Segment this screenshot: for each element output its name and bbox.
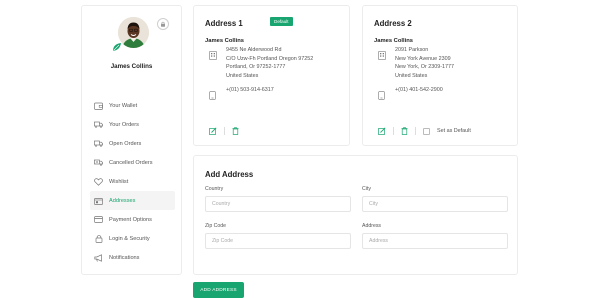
profile-sidebar: James Collins Your Wallet Your Orders Op…	[81, 5, 182, 275]
city-label: City	[362, 186, 371, 192]
address-title: Address 2	[374, 19, 412, 28]
address-phone: +(01) 503-914-6317	[226, 87, 274, 93]
lock-icon	[94, 234, 103, 243]
phone-icon	[378, 87, 385, 105]
address-line: New York Avenue 2309	[395, 55, 451, 62]
default-badge: Default	[270, 17, 293, 26]
address-line: United States	[395, 72, 428, 79]
menu-item-login-security[interactable]: Login & Security	[90, 229, 175, 248]
address-card-1: Address 1 Default James Collins 9455 Ne …	[193, 5, 350, 146]
address-lines: 2091 Parkson New York Avenue 2309 New Yo…	[395, 46, 454, 80]
menu-item-wishlist[interactable]: Wishlist	[90, 172, 175, 191]
address-input[interactable]: Address	[362, 233, 508, 249]
menu-label: Your Orders	[109, 121, 139, 128]
address-label: Address	[362, 223, 382, 229]
edit-icon[interactable]	[378, 122, 386, 140]
address-name: James Collins	[205, 38, 244, 44]
profile-name: James Collins	[110, 63, 153, 70]
menu-label: Payment Options	[109, 216, 152, 223]
building-icon	[209, 47, 217, 65]
address-card-2: Address 2 James Collins 2091 Parkson New…	[362, 5, 518, 146]
divider	[224, 127, 225, 135]
leaf-icon	[112, 39, 122, 51]
zip-label: Zip Code	[205, 223, 227, 229]
address-phone: +(01) 401-542-2900	[395, 87, 443, 93]
menu-label: Login & Security	[109, 235, 150, 242]
address-line: New York, Or 2309-1777	[395, 64, 455, 71]
menu-item-addresses[interactable]: Addresses	[90, 191, 175, 210]
menu-item-notifications[interactable]: Notifications	[90, 248, 175, 267]
country-label: Country	[205, 186, 224, 192]
avatar-wrap	[113, 17, 149, 51]
building-icon	[378, 47, 386, 65]
menu-item-orders[interactable]: Your Orders	[90, 115, 175, 134]
address-line: United States	[226, 72, 259, 79]
delete-icon[interactable]	[232, 122, 239, 140]
heart-icon	[94, 177, 103, 186]
form-title: Add Address	[205, 170, 254, 179]
address-actions: Set as Default	[378, 122, 471, 140]
megaphone-icon	[94, 253, 103, 262]
address-lines: 9455 Ne Alderwood Rd C/O Uzw-Fh Portland…	[226, 46, 313, 80]
menu-label: Wishlist	[109, 178, 129, 185]
zip-input[interactable]: Zip Code	[205, 233, 351, 249]
menu-item-cancelled-orders[interactable]: Cancelled Orders	[90, 153, 175, 172]
menu-item-wallet[interactable]: Your Wallet	[90, 96, 175, 115]
card-icon	[94, 215, 103, 224]
truck-cancel-icon	[94, 158, 103, 167]
address-title: Address 1	[205, 19, 243, 28]
edit-icon[interactable]	[209, 122, 217, 140]
address-line: C/O Uzw-Fh Portland Oregon 97252	[226, 55, 314, 62]
divider	[415, 127, 416, 135]
menu-item-open-orders[interactable]: Open Orders	[90, 134, 175, 153]
divider	[393, 127, 394, 135]
address-actions	[209, 122, 239, 140]
address-line: Portland, Or 97252-1777	[226, 64, 286, 71]
wallet-icon	[94, 101, 103, 110]
address-line: 2091 Parkson	[395, 47, 429, 53]
account-menu: Your Wallet Your Orders Open Orders Canc…	[90, 96, 175, 267]
address-line: 9455 Ne Alderwood Rd	[226, 47, 282, 53]
menu-label: Your Wallet	[109, 102, 138, 109]
truck-icon	[94, 139, 103, 148]
menu-label: Open Orders	[109, 140, 142, 147]
add-address-form: Add Address Country Country City City Zi…	[193, 155, 518, 275]
menu-label: Cancelled Orders	[109, 159, 153, 166]
avatar[interactable]	[118, 17, 149, 48]
menu-label: Notifications	[109, 254, 140, 261]
country-input[interactable]: Country	[205, 196, 351, 212]
address-name: James Collins	[374, 38, 413, 44]
phone-icon	[209, 87, 216, 105]
menu-label: Addresses	[109, 197, 136, 204]
truck-icon	[94, 120, 103, 129]
address-icon	[94, 196, 103, 205]
city-input[interactable]: City	[362, 196, 508, 212]
lock-icon[interactable]	[157, 18, 169, 30]
set-default-label: Set as Default	[437, 128, 471, 134]
menu-item-payment-options[interactable]: Payment Options	[90, 210, 175, 229]
set-default-checkbox[interactable]	[423, 127, 430, 135]
delete-icon[interactable]	[401, 122, 408, 140]
add-address-button[interactable]: ADD ADDRESS	[193, 282, 244, 298]
